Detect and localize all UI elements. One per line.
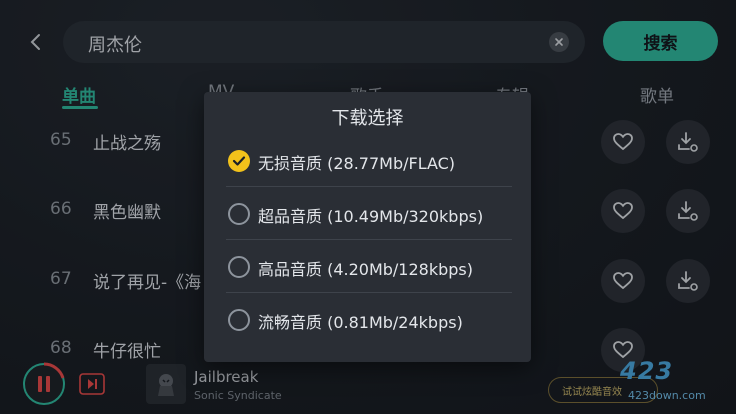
quality-option-smooth[interactable]: 流畅音质 (0.81Mb/24kbps) <box>226 294 512 346</box>
check-icon <box>232 156 246 166</box>
divider <box>226 292 512 293</box>
radio-checked <box>228 150 250 172</box>
download-quality-dialog: 下载选择 无损音质 (28.77Mb/FLAC) 超品音质 (10.49Mb/3… <box>204 92 531 362</box>
quality-option-super[interactable]: 超品音质 (10.49Mb/320kbps) <box>226 188 512 240</box>
divider <box>226 186 512 187</box>
radio-unchecked <box>228 203 250 225</box>
divider <box>226 239 512 240</box>
app-root: 周杰伦 搜索 单曲 MV 歌手 专辑 歌单 65 止战之殇 66 黑色幽默 <box>0 0 736 414</box>
radio-unchecked <box>228 256 250 278</box>
option-label: 流畅音质 (0.81Mb/24kbps) <box>258 313 463 332</box>
option-label: 高品音质 (4.20Mb/128kbps) <box>258 260 474 279</box>
quality-option-high[interactable]: 高品音质 (4.20Mb/128kbps) <box>226 241 512 293</box>
option-label: 无损音质 (28.77Mb/FLAC) <box>258 154 456 173</box>
radio-unchecked <box>228 309 250 331</box>
quality-option-lossless[interactable]: 无损音质 (28.77Mb/FLAC) <box>226 135 512 187</box>
dialog-title: 下载选择 <box>331 108 404 129</box>
option-label: 超品音质 (10.49Mb/320kbps) <box>258 207 484 226</box>
